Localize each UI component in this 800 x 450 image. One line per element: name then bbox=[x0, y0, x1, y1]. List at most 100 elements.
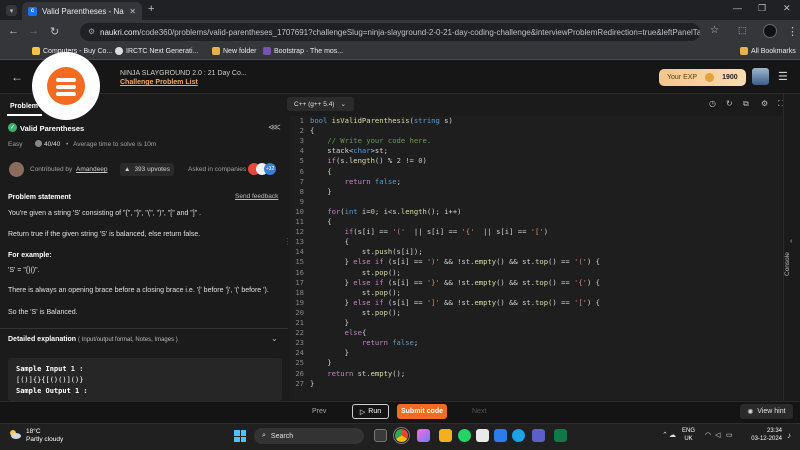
submit-code-button[interactable]: Submit code bbox=[397, 404, 447, 419]
language-value: C++ (g++ 5.4) bbox=[294, 100, 335, 108]
detailed-explanation-toggle[interactable]: Detailed explanation ( Input/output form… bbox=[8, 336, 178, 343]
code-line: } else if (s[i] == '}' && !st.empty() &&… bbox=[310, 277, 600, 287]
speaker-icon[interactable]: ◁ bbox=[715, 431, 720, 439]
bookmark-item[interactable]: Bootstrap · The mos... bbox=[263, 47, 343, 55]
line-number: 14 bbox=[295, 247, 304, 257]
coin-icon bbox=[705, 73, 715, 82]
copy-icon[interactable]: ⧉ bbox=[743, 99, 749, 109]
bookmark-item[interactable]: New folder bbox=[212, 47, 256, 55]
taskbar-search[interactable]: ⌕ Search bbox=[254, 428, 364, 444]
whatsapp-icon[interactable] bbox=[458, 429, 471, 442]
bookmark-star-icon[interactable]: ☆ bbox=[710, 25, 719, 36]
console-rail[interactable] bbox=[783, 94, 800, 401]
line-number: 15 bbox=[295, 257, 304, 267]
system-clock[interactable]: 23:34 03-12-2024 bbox=[742, 428, 782, 444]
close-tab-icon[interactable]: ✕ bbox=[129, 7, 136, 16]
console-label[interactable]: Console bbox=[784, 252, 791, 276]
more-companies-badge[interactable]: +32 bbox=[264, 163, 276, 175]
cloud-sync-icon[interactable]: ☁ bbox=[669, 431, 676, 439]
upvote-button[interactable]: ▲ 393 upvotes bbox=[120, 163, 174, 176]
all-bookmarks[interactable]: All Bookmarks bbox=[740, 47, 796, 55]
maximize-icon[interactable]: ❐ bbox=[758, 3, 766, 14]
settings-gear-icon[interactable]: ⚙ bbox=[761, 99, 768, 108]
browser-menu-icon[interactable]: ⋮ bbox=[787, 25, 798, 38]
sample-input-value: [()]{}{[()()]()} bbox=[16, 375, 84, 384]
code-line: } bbox=[310, 348, 349, 358]
code-line: st.pop(); bbox=[310, 267, 401, 277]
task-view-icon[interactable] bbox=[374, 429, 387, 442]
back-arrow-icon[interactable]: ← bbox=[11, 70, 23, 84]
profile-avatar[interactable] bbox=[763, 24, 777, 38]
tab-title: Valid Parentheses - Naukri Code bbox=[42, 6, 124, 16]
share-icon[interactable]: ⋘ bbox=[268, 122, 281, 133]
panel-resize-handle[interactable]: ⋮ bbox=[284, 237, 292, 247]
store-icon[interactable] bbox=[476, 429, 489, 442]
view-hint-button[interactable]: ✺ View hint bbox=[740, 404, 793, 419]
problem-statement-heading: Problem statement bbox=[8, 194, 72, 201]
back-arrow-icon[interactable]: ← bbox=[8, 25, 19, 37]
chevron-down-icon[interactable]: ⌄ bbox=[271, 334, 278, 343]
mail-icon[interactable] bbox=[494, 429, 507, 442]
folder-icon bbox=[740, 47, 748, 55]
input-language[interactable]: ENG UK bbox=[682, 428, 695, 444]
browser-toolbar: ← → ↻ ⚙ naukri.com/code360/problems/vali… bbox=[0, 20, 800, 44]
upvote-count: 393 upvotes bbox=[134, 166, 170, 173]
code360-logo[interactable] bbox=[32, 52, 100, 120]
sample-output-label: Sample Output 1 : bbox=[16, 386, 88, 395]
wifi-icon[interactable]: ◠ bbox=[705, 431, 711, 439]
close-window-icon[interactable]: ✕ bbox=[783, 3, 791, 14]
site-favicon-icon: c bbox=[28, 6, 37, 16]
hamburger-menu-icon[interactable]: ☰ bbox=[778, 70, 788, 83]
minimize-icon[interactable]: — bbox=[733, 3, 742, 13]
battery-icon[interactable]: ▭ bbox=[726, 431, 733, 439]
line-number: 24 bbox=[295, 348, 304, 358]
challenge-problem-list-link[interactable]: Challenge Problem List bbox=[120, 79, 198, 86]
upvote-arrow-icon: ▲ bbox=[124, 166, 131, 173]
chrome-icon[interactable] bbox=[393, 427, 410, 444]
extension-icon[interactable]: ⬚ bbox=[738, 25, 747, 36]
teams-icon[interactable] bbox=[532, 429, 545, 442]
run-button[interactable]: ▷ Run bbox=[352, 404, 389, 419]
exp-badge[interactable]: Your EXP 1900 bbox=[659, 69, 746, 86]
weather-widget[interactable]: 18°C Partly cloudy bbox=[26, 428, 63, 445]
send-feedback-link[interactable]: Send feedback bbox=[235, 193, 278, 200]
code-editor[interactable]: 1 2 3 4 5 6 7 8 9 10 11 12 13 14 15 16 17 18 19 20 21 22 23 24 2… bbox=[290, 116, 782, 400]
detail-subheading: ( Input/output format, Notes, Images ) bbox=[78, 337, 178, 343]
file-explorer-icon[interactable] bbox=[439, 429, 452, 442]
user-avatar[interactable] bbox=[752, 68, 769, 85]
spreadsheet-icon[interactable] bbox=[554, 429, 567, 442]
reload-icon[interactable]: ↻ bbox=[50, 25, 59, 38]
chevron-up-icon[interactable]: ⌃ bbox=[662, 431, 668, 439]
tab-problem[interactable]: Problem bbox=[10, 103, 38, 110]
address-bar[interactable]: ⚙ naukri.com/code360/problems/valid-pare… bbox=[80, 23, 700, 41]
copilot-icon[interactable] bbox=[417, 429, 430, 442]
windows-start-icon[interactable] bbox=[234, 430, 246, 442]
tab-search-icon[interactable]: ▾ bbox=[6, 5, 17, 16]
chevron-left-icon[interactable]: ‹ bbox=[790, 238, 792, 245]
line-number: 21 bbox=[295, 318, 304, 327]
example-value: 'S' = "{}()". bbox=[8, 267, 40, 274]
browser-tab-active[interactable]: c Valid Parentheses - Naukri Code ✕ bbox=[22, 2, 142, 20]
edge-icon[interactable] bbox=[512, 429, 525, 442]
contributed-by-label: Contributed by bbox=[30, 166, 73, 173]
site-info-icon[interactable]: ⚙ bbox=[88, 27, 95, 36]
problem-title: Valid Parentheses bbox=[20, 124, 85, 133]
forward-arrow-icon[interactable]: → bbox=[28, 25, 39, 37]
timer-icon[interactable]: ◷ bbox=[709, 99, 716, 108]
example-heading: For example: bbox=[8, 252, 52, 259]
next-button[interactable]: Next bbox=[472, 408, 486, 415]
code-line: } bbox=[310, 358, 332, 368]
new-tab-icon[interactable]: + bbox=[148, 3, 154, 15]
line-number: 17 bbox=[295, 277, 304, 287]
prev-button[interactable]: Prev bbox=[312, 408, 326, 415]
contributor-link[interactable]: Amandeep bbox=[76, 166, 107, 173]
line-number: 6 bbox=[299, 166, 304, 176]
line-number: 25 bbox=[295, 358, 304, 368]
reset-code-icon[interactable]: ↻ bbox=[726, 99, 733, 108]
bootstrap-icon bbox=[263, 47, 271, 55]
line-number: 16 bbox=[295, 267, 304, 277]
language-select[interactable]: C++ (g++ 5.4) ⌄ bbox=[287, 97, 354, 111]
bookmark-item[interactable]: IRCTC Next Generati... bbox=[115, 47, 198, 55]
notification-bell-icon[interactable]: ♪ bbox=[787, 431, 791, 440]
partly-cloudy-icon[interactable] bbox=[9, 429, 21, 439]
